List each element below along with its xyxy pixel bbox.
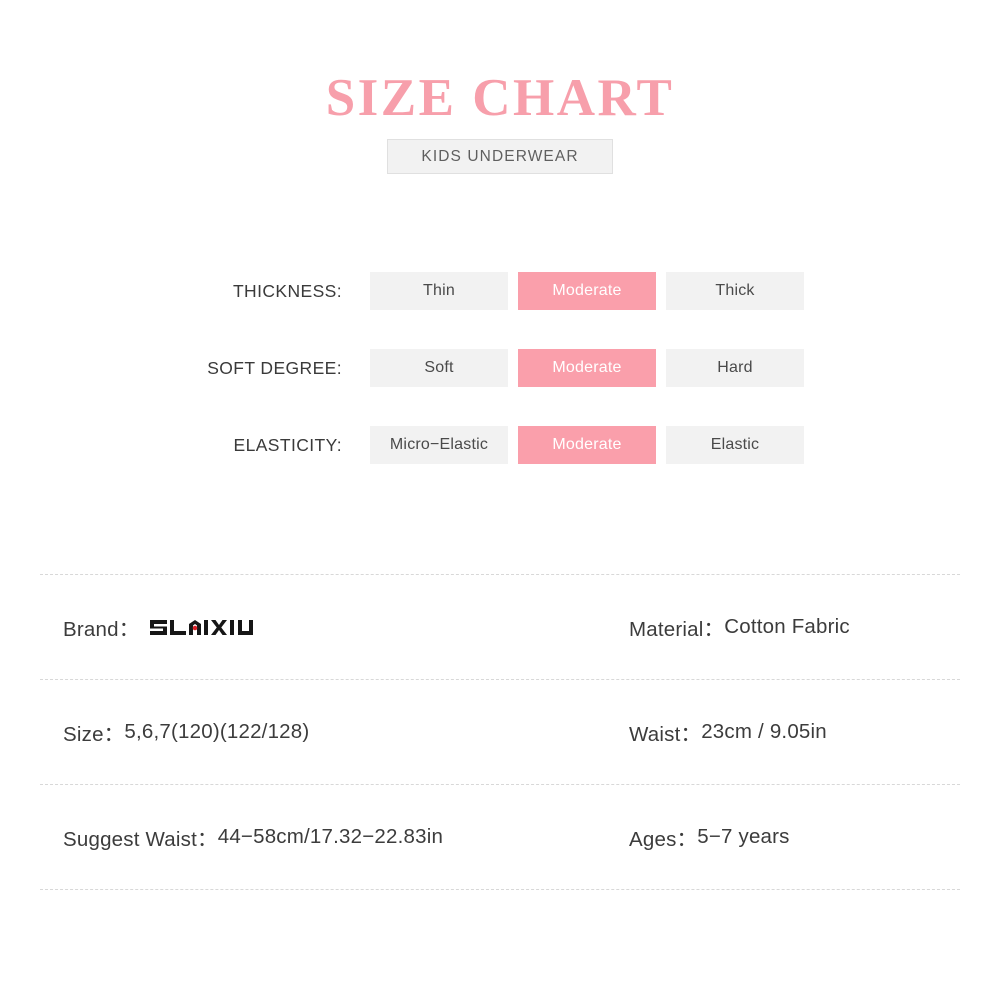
attribute-options-thickness: Thin Moderate Thick bbox=[370, 272, 804, 310]
info-value-size: 5,6,7(120)(122/128) bbox=[124, 720, 310, 743]
product-info-table: Brand： Material： Cotton Fabric Size： 5,6… bbox=[40, 574, 960, 890]
attribute-label-thickness: THICKNESS: bbox=[232, 281, 342, 301]
info-value-waist: 23cm / 9.05in bbox=[701, 720, 827, 743]
brand-logo-slaixiu bbox=[149, 615, 275, 639]
option-soft-degree-soft[interactable]: Soft bbox=[370, 349, 508, 387]
info-cell-material: Material： Cotton Fabric bbox=[608, 612, 960, 642]
info-cell-size: Size： 5,6,7(120)(122/128) bbox=[40, 717, 608, 747]
info-cell-waist: Waist： 23cm / 9.05in bbox=[608, 717, 960, 747]
info-cell-brand: Brand： bbox=[40, 612, 608, 642]
info-value-suggest-waist: 44−58cm/17.32−22.83in bbox=[217, 825, 444, 848]
info-label-size: Size： bbox=[63, 723, 125, 746]
info-label-material: Material： bbox=[629, 618, 725, 641]
option-soft-degree-hard[interactable]: Hard bbox=[666, 349, 804, 387]
attribute-label-soft-degree: SOFT DEGREE: bbox=[207, 358, 342, 378]
table-row: Size： 5,6,7(120)(122/128) Waist： 23cm / 9.… bbox=[40, 680, 960, 784]
table-row: Suggest Waist： 44−58cm/17.32−22.83in Ages… bbox=[40, 785, 960, 889]
option-thickness-thin[interactable]: Thin bbox=[370, 272, 508, 310]
subtitle-container: KIDS UNDERWEAR bbox=[0, 139, 1000, 174]
info-value-material: Cotton Fabric bbox=[724, 615, 850, 638]
option-elasticity-moderate[interactable]: Moderate bbox=[518, 426, 656, 464]
option-elasticity-elastic[interactable]: Elastic bbox=[666, 426, 804, 464]
attribute-selector-group: THICKNESS: Thin Moderate Thick SOFT DEGR… bbox=[0, 272, 1000, 503]
info-label-waist: Waist： bbox=[629, 723, 702, 746]
table-row: Brand： Material： Cotton Fabric bbox=[40, 575, 960, 679]
attribute-row-soft-degree: SOFT DEGREE: Soft Moderate Hard bbox=[0, 349, 1000, 387]
page-title: SIZE CHART bbox=[325, 69, 675, 127]
subtitle-badge: KIDS UNDERWEAR bbox=[387, 139, 613, 174]
option-thickness-thick[interactable]: Thick bbox=[666, 272, 804, 310]
info-cell-suggest-waist: Suggest Waist： 44−58cm/17.32−22.83in bbox=[40, 822, 608, 852]
table-divider-bottom bbox=[40, 889, 960, 890]
attribute-label-elasticity: ELASTICITY: bbox=[233, 435, 342, 455]
info-label-ages: Ages： bbox=[629, 828, 698, 851]
info-label-brand: Brand： bbox=[63, 618, 140, 641]
info-value-ages: 5−7 years bbox=[697, 825, 790, 848]
option-thickness-moderate[interactable]: Moderate bbox=[518, 272, 656, 310]
attribute-row-elasticity: ELASTICITY: Micro−Elastic Moderate Elast… bbox=[0, 426, 1000, 464]
attribute-row-thickness: THICKNESS: Thin Moderate Thick bbox=[0, 272, 1000, 310]
option-soft-degree-moderate[interactable]: Moderate bbox=[518, 349, 656, 387]
attribute-options-elasticity: Micro−Elastic Moderate Elastic bbox=[370, 426, 804, 464]
info-cell-ages: Ages： 5−7 years bbox=[608, 822, 960, 852]
option-elasticity-micro-elastic[interactable]: Micro−Elastic bbox=[370, 426, 508, 464]
attribute-options-soft-degree: Soft Moderate Hard bbox=[370, 349, 804, 387]
info-label-suggest-waist: Suggest Waist： bbox=[63, 828, 218, 851]
